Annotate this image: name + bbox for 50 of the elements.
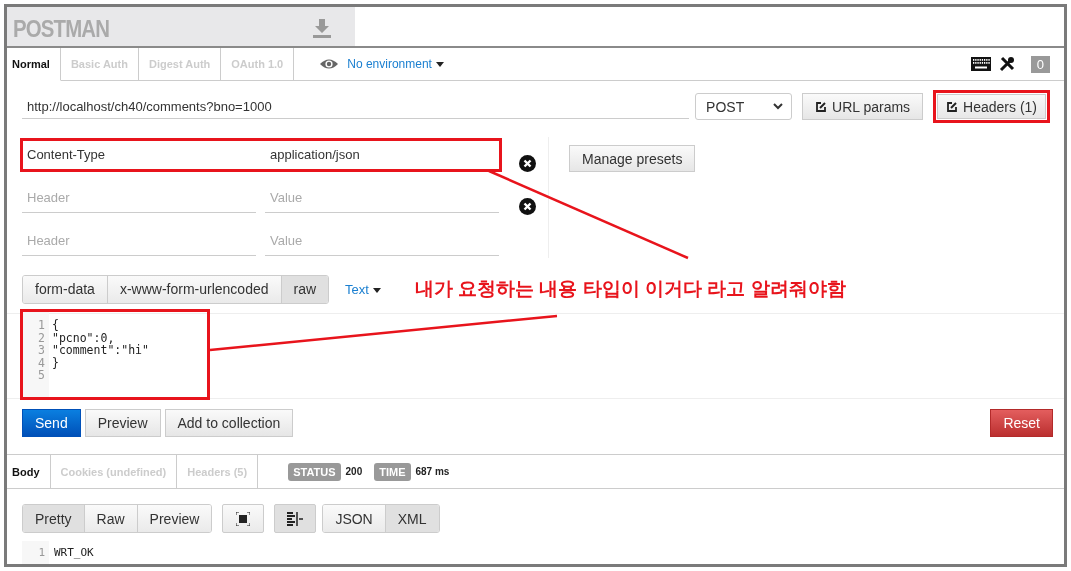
method-select[interactable]: POST (695, 93, 792, 121)
view-mode-button[interactable]: Preview (137, 505, 212, 532)
line-number: 4 (37, 356, 45, 370)
tools-icon[interactable] (998, 56, 1015, 73)
action-button[interactable]: Add to collection (164, 409, 294, 438)
time-value: 687 ms (415, 466, 450, 478)
remove-icon[interactable] (519, 198, 536, 216)
line-number: 1 (22, 541, 49, 564)
format-button[interactable]: XML (385, 505, 439, 532)
edit-icon (946, 100, 959, 113)
manage-presets-button[interactable]: Manage presets (569, 145, 696, 173)
format-dropdown[interactable]: Text (345, 281, 381, 297)
view-mode-button[interactable]: Raw (84, 505, 138, 532)
logo: POSTMAN (13, 14, 110, 43)
edit-icon (815, 100, 827, 113)
code-line: "pcno":0, (52, 331, 115, 345)
square-icon (236, 511, 251, 526)
count-badge: 0 (1030, 55, 1050, 73)
wrap-icon (287, 511, 304, 526)
wrap-button[interactable] (274, 504, 317, 533)
url-params-button[interactable]: URL params (802, 93, 924, 121)
code-line: WRT_OK (53, 546, 94, 559)
reset-button[interactable]: Reset (990, 409, 1053, 438)
eye-icon[interactable] (319, 58, 340, 71)
format-button[interactable]: JSON (323, 505, 386, 532)
line-number: 1 (37, 319, 45, 332)
fullscreen-button[interactable] (222, 504, 265, 533)
keyboard-icon[interactable] (970, 57, 991, 72)
code-editor[interactable]: 1 2 3 4 5 { "pcno":0, "comment":"hi" } (22, 311, 208, 399)
code-line: { (52, 319, 60, 332)
line-number: 5 (37, 369, 45, 382)
send-button[interactable]: Send (22, 409, 81, 438)
status-label: STATUS (288, 462, 341, 481)
code-line: "comment":"hi" (52, 344, 149, 357)
annotation-text: 내가 요청하는 내용 타입이 이거다 라고 알려줘야함 (414, 277, 846, 302)
chevron-icon (773, 103, 783, 111)
code-line: } (52, 356, 60, 370)
headers-button[interactable]: Headers (1) (933, 90, 1050, 124)
body-mode-button[interactable]: form-data (23, 275, 108, 303)
action-button[interactable]: Preview (84, 409, 161, 438)
time-label: TIME (374, 462, 411, 481)
status-value: 200 (345, 466, 363, 478)
view-mode-button[interactable]: Pretty (23, 505, 85, 532)
line-number: 3 (37, 344, 45, 357)
line-number: 2 (37, 331, 45, 345)
auth-tab[interactable]: Normal (7, 48, 61, 82)
body-mode-button[interactable]: raw (281, 275, 329, 303)
body-mode-button[interactable]: x-www-form-urlencoded (107, 275, 282, 303)
environment-dropdown[interactable]: No environment (347, 57, 444, 72)
remove-icon[interactable] (519, 155, 536, 173)
